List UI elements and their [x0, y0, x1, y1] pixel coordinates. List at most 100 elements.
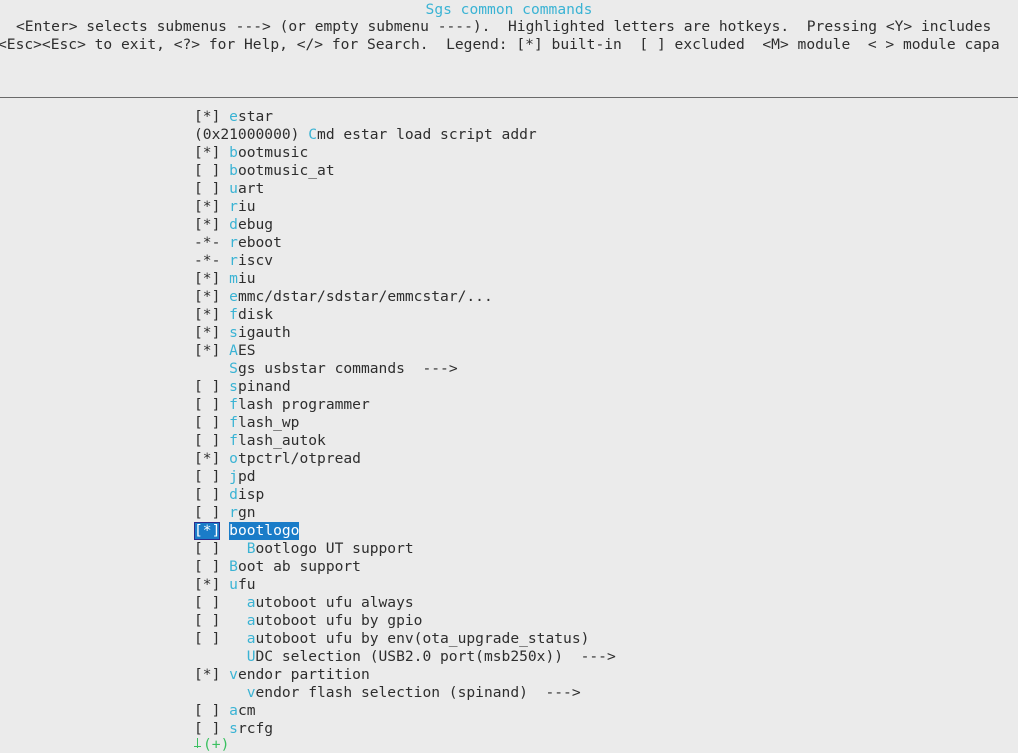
- menu-item[interactable]: [ ] u art: [194, 180, 1014, 198]
- menu-item[interactable]: [ ] f lash_wp: [194, 414, 1014, 432]
- menu-item-hotkey: d: [229, 216, 238, 233]
- menu-item-state[interactable]: [ ]: [194, 702, 220, 720]
- menu-item-state[interactable]: [ ]: [194, 180, 220, 198]
- menu-item-label: lash_wp: [237, 414, 300, 431]
- menu-item-state[interactable]: [ ]: [194, 378, 220, 396]
- menu-item-state[interactable]: -*-: [194, 234, 220, 252]
- menu-item-indent: [220, 270, 229, 288]
- menu-item-label: iu: [237, 198, 256, 215]
- menu-item[interactable]: [*] u fu: [194, 576, 1014, 594]
- menu-item-hotkey: r: [229, 252, 238, 269]
- menu-item-indent: [220, 468, 229, 486]
- menu-item-state[interactable]: [*]: [194, 270, 220, 288]
- menu-item-state[interactable]: [*]: [194, 324, 220, 342]
- menu-item-state[interactable]: [*]: [194, 198, 220, 216]
- menu-item-label: lash_autok: [237, 432, 326, 449]
- menu-item-indent: [220, 180, 229, 198]
- menu-item-selected[interactable]: [*] b ootlogo: [194, 522, 1014, 540]
- menu-item-hotkey: b: [229, 522, 238, 540]
- menu-item[interactable]: Sgs usbstar commands --->: [194, 360, 1014, 378]
- menu-item-state[interactable]: [ ]: [194, 558, 220, 576]
- menu-item-state[interactable]: [*]: [194, 306, 220, 324]
- menu-item-state[interactable]: [*]: [194, 576, 220, 594]
- menu-item[interactable]: [*] o tpctrl/otpread: [194, 450, 1014, 468]
- menu-item-state[interactable]: [ ]: [194, 486, 220, 504]
- menu-item[interactable]: [*] m iu: [194, 270, 1014, 288]
- scroll-more-indicator[interactable]: (+): [194, 737, 229, 753]
- menu-item[interactable]: [ ] f lash_autok: [194, 432, 1014, 450]
- menu-item[interactable]: [ ] Bootlogo UT support: [194, 540, 1014, 558]
- menu-item[interactable]: [ ] a utoboot ufu by env(ota_upgrade_stat…: [194, 630, 1014, 648]
- menu-item-state[interactable]: [*]: [194, 522, 221, 540]
- menu-item-state[interactable]: [*]: [194, 108, 220, 126]
- menu-item-state[interactable]: [ ]: [194, 414, 220, 432]
- menu-item-state[interactable]: [ ]: [194, 432, 220, 450]
- menu-item[interactable]: [*] e star: [194, 108, 1014, 126]
- menu-item[interactable]: -*- r eboot: [194, 234, 1014, 252]
- menu-item-hotkey: f: [229, 414, 238, 431]
- menu-item[interactable]: U DC selection (USB2.0 port(msb250x)) ---…: [194, 648, 1014, 666]
- menu-item[interactable]: [*] b ootmusic: [194, 144, 1014, 162]
- menu-item-indent: [220, 396, 229, 414]
- menu-item[interactable]: [*] A ES: [194, 342, 1014, 360]
- menu-item-state[interactable]: [*]: [194, 144, 220, 162]
- menu-item[interactable]: (0x21000000) Cmd estar load script addr: [194, 126, 1014, 144]
- menu-item-state[interactable]: [ ]: [194, 540, 220, 558]
- menu-item-hotkey: b: [229, 162, 238, 179]
- menu-item[interactable]: [*] r iu: [194, 198, 1014, 216]
- menu-item[interactable]: [ ] a utoboot ufu by gpio: [194, 612, 1014, 630]
- menu-item-state[interactable]: [ ]: [194, 504, 220, 522]
- menu-item[interactable]: [ ] s rcfg: [194, 720, 1014, 738]
- menu-item[interactable]: -*- r iscv: [194, 252, 1014, 270]
- menu-item-state[interactable]: [ ]: [194, 396, 220, 414]
- menu-item-state[interactable]: [*]: [194, 216, 220, 234]
- menu-item-indent: [220, 234, 229, 252]
- menu-item[interactable]: [*] d ebug: [194, 216, 1014, 234]
- menu-item[interactable]: [ ] d isp: [194, 486, 1014, 504]
- menu-item-indent: [220, 432, 229, 450]
- menu-item-indent: [220, 288, 229, 306]
- menu-item-indent: [220, 378, 229, 396]
- menu-item[interactable]: [ ] a utoboot ufu always: [194, 594, 1014, 612]
- menu-item-state[interactable]: [ ]: [194, 594, 220, 612]
- menu-item-state[interactable]: -*-: [194, 252, 220, 270]
- menu-item-indent: [220, 666, 229, 684]
- menu-item[interactable]: [*] s igauth: [194, 324, 1014, 342]
- menu-item-label: lash programmer: [237, 396, 370, 413]
- menu-item-state[interactable]: [*]: [194, 666, 220, 684]
- menu-item[interactable]: [*] e mmc/dstar/sdstar/emmcstar/...: [194, 288, 1014, 306]
- menu-item-hotkey: a: [229, 702, 238, 719]
- menu-item-state[interactable]: [*]: [194, 288, 220, 306]
- menu-item-state[interactable]: (0x21000000): [194, 126, 299, 144]
- menu-item-state[interactable]: [*]: [194, 342, 220, 360]
- menu-item-indent: [220, 306, 229, 324]
- menu-item-hotkey: u: [229, 576, 238, 593]
- menu-item-label: DC selection (USB2.0 port(msb250x)) --->: [255, 648, 616, 665]
- menu-item-state[interactable]: [194, 360, 220, 378]
- menu-item-state[interactable]: [ ]: [194, 612, 220, 630]
- menu-item[interactable]: [ ] f lash programmer: [194, 396, 1014, 414]
- menu-item[interactable]: [ ] Boot ab support: [194, 558, 1014, 576]
- menu-item-label: isp: [237, 486, 265, 503]
- menu-item[interactable]: [*] f disk: [194, 306, 1014, 324]
- menu-item-state[interactable]: [ ]: [194, 630, 220, 648]
- menu-item-state[interactable]: [*]: [194, 450, 220, 468]
- menu-item[interactable]: v endor flash selection (spinand) --->: [194, 684, 1014, 702]
- menu-item[interactable]: [ ] r gn: [194, 504, 1014, 522]
- menu-item-state[interactable]: [ ]: [194, 162, 220, 180]
- menu-item[interactable]: [ ] b ootmusic_at: [194, 162, 1014, 180]
- menu-item-state[interactable]: [194, 684, 220, 702]
- menu-item-indent: [299, 126, 308, 144]
- menu-item[interactable]: [ ] a cm: [194, 702, 1014, 720]
- menu-item-state[interactable]: [ ]: [194, 468, 220, 486]
- menu-item-hotkey: a: [246, 630, 256, 647]
- menu-item-label: tpctrl/otpread: [237, 450, 361, 467]
- menu-item-hotkey: a: [246, 594, 256, 611]
- menu-item-indent: [220, 576, 229, 594]
- menu-item[interactable]: [ ] s pinand: [194, 378, 1014, 396]
- menu-item-label: ootmusic: [237, 144, 309, 161]
- menu-item[interactable]: [ ] j pd: [194, 468, 1014, 486]
- menu-item-state[interactable]: [194, 648, 220, 666]
- menu-item-label: igauth: [237, 324, 291, 341]
- menu-item[interactable]: [*] v endor partition: [194, 666, 1014, 684]
